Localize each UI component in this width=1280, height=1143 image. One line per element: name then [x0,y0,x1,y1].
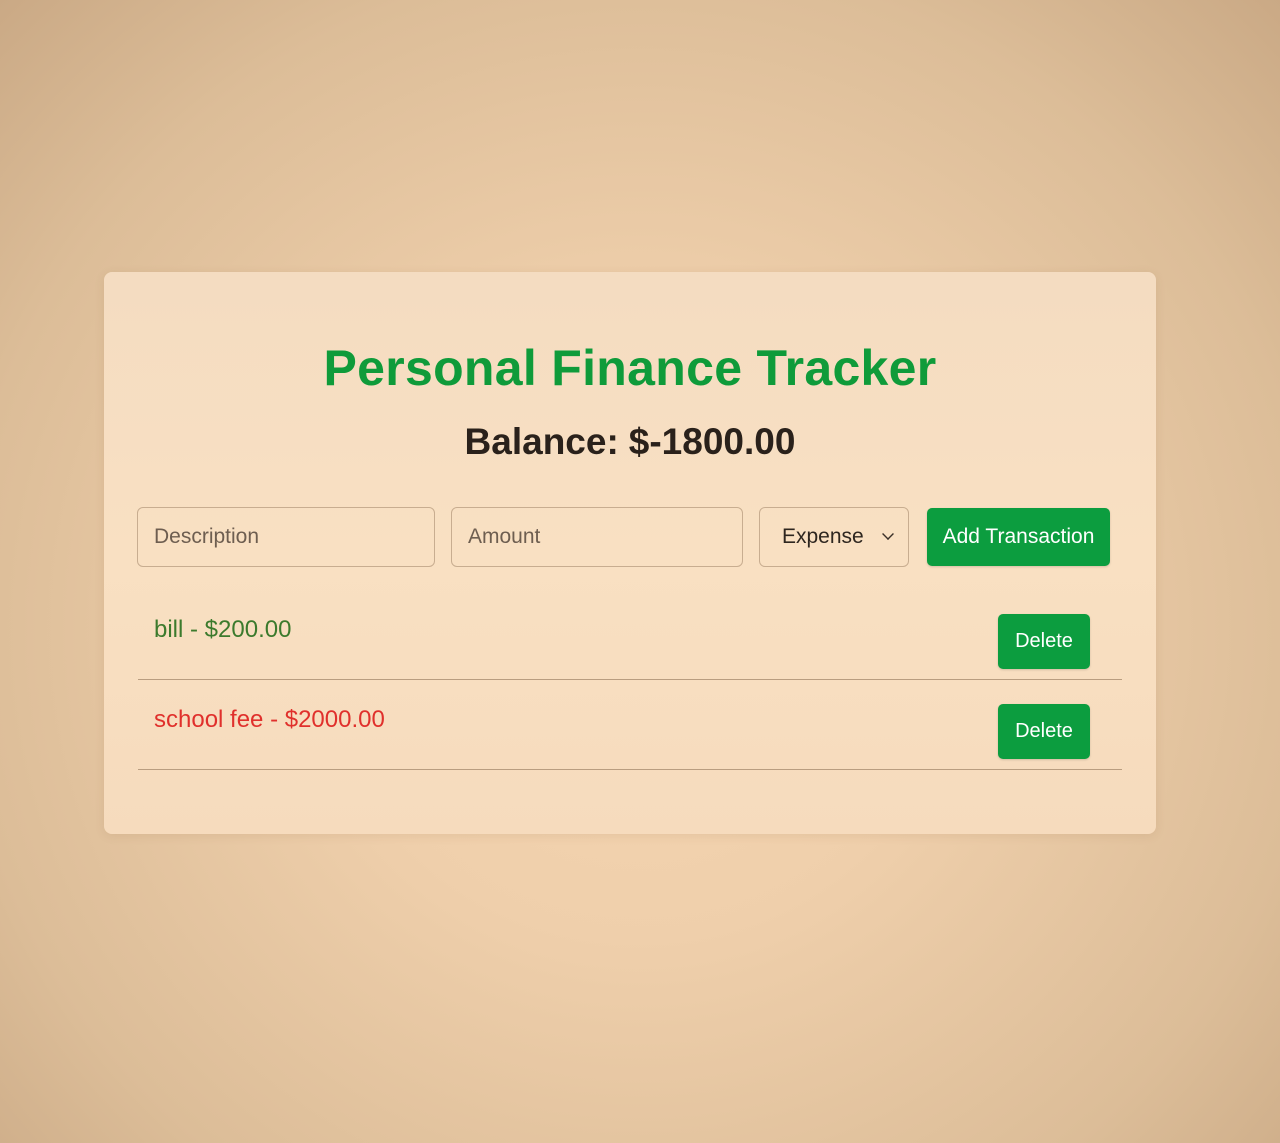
delete-button[interactable]: Delete [998,704,1090,759]
page-title: Personal Finance Tracker [323,340,937,396]
transaction-text: bill - $200.00 [154,616,292,643]
transaction-list: bill - $200.00 Delete school fee - $2000… [138,590,1122,770]
type-select-value: Expense [782,525,864,548]
description-input[interactable] [137,507,435,567]
amount-input[interactable] [451,507,743,567]
delete-button[interactable]: Delete [998,614,1090,669]
transaction-text: school fee - $2000.00 [154,706,385,733]
transaction-form: Expense Add Transaction [137,507,1110,567]
transaction-row: bill - $200.00 Delete [138,590,1122,680]
add-transaction-button[interactable]: Add Transaction [927,508,1110,566]
balance-label: Balance: [464,421,619,462]
finance-tracker-card: Personal Finance Tracker Balance: $-1800.… [104,272,1156,834]
chevron-down-icon [882,528,894,540]
balance-display: Balance: $-1800.00 [136,420,1124,464]
balance-value: $-1800.00 [628,421,796,462]
transaction-row: school fee - $2000.00 Delete [138,680,1122,770]
type-select[interactable]: Expense [759,507,909,567]
